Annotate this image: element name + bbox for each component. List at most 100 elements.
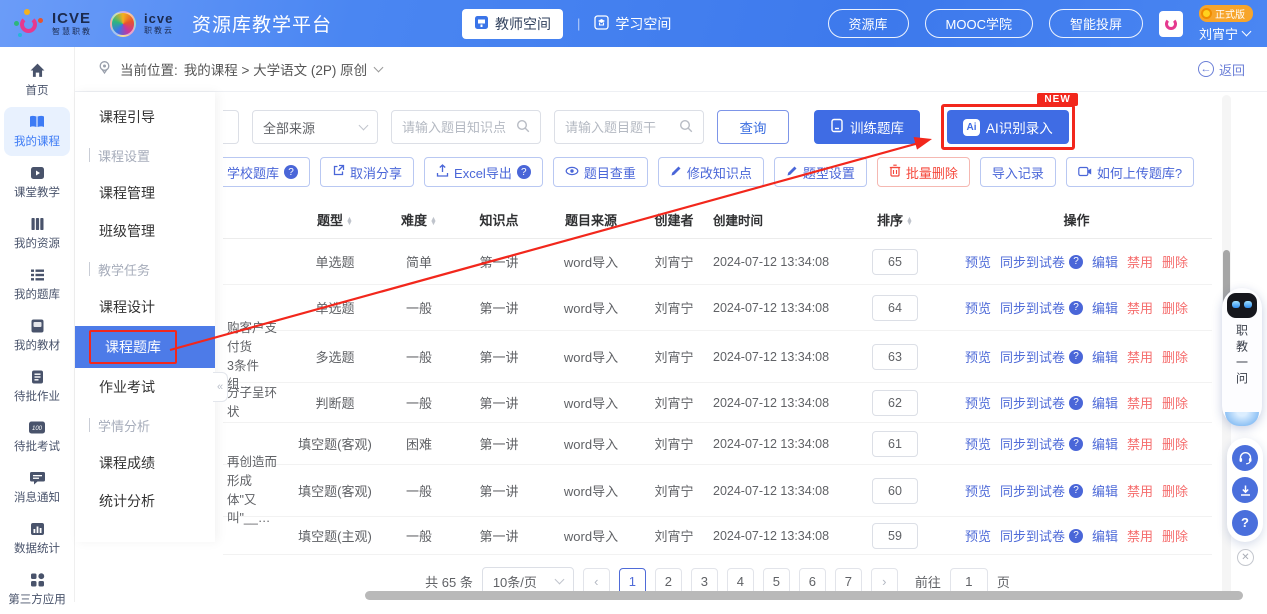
sort-input[interactable] xyxy=(872,477,918,504)
edit-link[interactable]: 编辑 xyxy=(1092,393,1118,412)
download-button[interactable] xyxy=(1232,477,1258,503)
school-bank-button[interactable]: 学校题库 ? xyxy=(223,157,311,187)
col-type[interactable]: 题型 ▲ ▼ xyxy=(287,210,383,229)
sidebar-item-my-courses[interactable]: 我的课程 xyxy=(4,107,70,156)
edit-link[interactable]: 编辑 xyxy=(1092,347,1118,366)
sync-paper-link[interactable]: 同步到试卷? xyxy=(1000,434,1083,453)
preview-link[interactable]: 预览 xyxy=(965,347,991,366)
menu-item-course-question-bank[interactable]: 课程题库 xyxy=(75,326,215,368)
close-widgets-icon[interactable]: ✕ xyxy=(1237,549,1254,566)
disable-link[interactable]: 禁用 xyxy=(1127,347,1153,366)
excel-export-button[interactable]: Excel导出 ? xyxy=(424,157,543,187)
mini-logo-icon[interactable] xyxy=(1159,10,1183,37)
disable-link[interactable]: 禁用 xyxy=(1127,434,1153,453)
sort-input[interactable] xyxy=(872,343,918,370)
sidebar-item-pending-homework[interactable]: 待批作业 xyxy=(4,362,70,411)
sidebar-item-pending-exams[interactable]: 100 待批考试 xyxy=(4,413,70,461)
chevron-down-icon[interactable] xyxy=(373,62,384,73)
sync-paper-link[interactable]: 同步到试卷? xyxy=(1000,252,1083,271)
delete-link[interactable]: 删除 xyxy=(1162,252,1188,271)
sidebar-item-my-textbooks[interactable]: 我的教材 xyxy=(4,311,70,360)
goto-label: 前往 xyxy=(914,574,941,590)
disable-link[interactable]: 禁用 xyxy=(1127,526,1153,545)
mooc-college-button[interactable]: MOOC学院 xyxy=(924,9,1033,38)
delete-link[interactable]: 删除 xyxy=(1162,481,1188,500)
sidebar-item-my-question-bank[interactable]: 我的题库 xyxy=(4,260,70,309)
disable-link[interactable]: 禁用 xyxy=(1127,252,1153,271)
preview-link[interactable]: 预览 xyxy=(965,526,991,545)
source-select[interactable]: 全部来源 xyxy=(252,110,378,144)
breadcrumb[interactable]: 我的课程 > 大学语文 (2P) 原创 xyxy=(184,59,367,79)
open-book-icon xyxy=(28,114,46,130)
resource-library-button[interactable]: 资源库 xyxy=(827,9,909,38)
sidebar-item-message-notifications[interactable]: 消息通知 xyxy=(4,463,70,512)
dup-check-button[interactable]: 题目查重 xyxy=(552,157,648,187)
sync-paper-link[interactable]: 同步到试卷? xyxy=(1000,347,1083,366)
preview-link[interactable]: 预览 xyxy=(965,393,991,412)
preview-link[interactable]: 预览 xyxy=(965,298,991,317)
sync-paper-link[interactable]: 同步到试卷? xyxy=(1000,526,1083,545)
how-upload-button[interactable]: 如何上传题库? xyxy=(1065,157,1195,187)
sync-paper-link[interactable]: 同步到试卷? xyxy=(1000,481,1083,500)
ai-assistant-widget[interactable]: 职教一问 xyxy=(1222,288,1262,426)
knowledge-search-input[interactable] xyxy=(402,119,510,135)
edit-link[interactable]: 编辑 xyxy=(1092,526,1118,545)
type-setting-button[interactable]: 题型设置 xyxy=(773,157,867,187)
sort-input[interactable] xyxy=(872,294,918,321)
menu-collapse-handle[interactable]: « xyxy=(213,372,228,402)
back-button[interactable]: ← 返回 xyxy=(1197,60,1245,79)
preview-link[interactable]: 预览 xyxy=(965,252,991,271)
disable-link[interactable]: 禁用 xyxy=(1127,393,1153,412)
menu-item-class-management[interactable]: 班级管理 xyxy=(75,212,215,250)
sidebar-item-my-resources[interactable]: 我的资源 xyxy=(4,209,70,258)
sort-input[interactable] xyxy=(872,248,918,275)
user-menu[interactable]: 刘宵宁 xyxy=(1199,24,1252,43)
sync-paper-link[interactable]: 同步到试卷? xyxy=(1000,298,1083,317)
customer-service-button[interactable] xyxy=(1232,444,1258,471)
edit-link[interactable]: 编辑 xyxy=(1092,252,1118,271)
col-sort[interactable]: 排序 ▲ ▼ xyxy=(849,210,941,229)
cancel-share-button[interactable]: 取消分享 xyxy=(320,157,415,187)
batch-delete-button[interactable]: 批量删除 xyxy=(876,157,970,187)
sidebar-item-classroom-teaching[interactable]: 课堂教学 xyxy=(4,158,70,207)
menu-item-statistical-analysis[interactable]: 统计分析 xyxy=(75,482,215,520)
edit-link[interactable]: 编辑 xyxy=(1092,298,1118,317)
student-space-button[interactable]: 学习空间 xyxy=(594,14,671,34)
sidebar-item-data-statistics[interactable]: 数据统计 xyxy=(4,514,70,563)
disable-link[interactable]: 禁用 xyxy=(1127,481,1153,500)
stem-search-input[interactable] xyxy=(565,119,673,135)
query-button[interactable]: 查询 xyxy=(717,110,789,144)
sidebar-item-third-party-apps[interactable]: 第三方应用 xyxy=(4,565,70,614)
type-select-cut[interactable] xyxy=(223,110,239,144)
edit-knowledge-button[interactable]: 修改知识点 xyxy=(657,157,764,187)
sidebar-item-home[interactable]: 首页 xyxy=(4,55,70,105)
import-record-button[interactable]: 导入记录 xyxy=(979,157,1056,187)
preview-link[interactable]: 预览 xyxy=(965,481,991,500)
menu-item-course-management[interactable]: 课程管理 xyxy=(75,174,215,212)
menu-item-course-grades[interactable]: 课程成绩 xyxy=(75,444,215,482)
training-bank-button[interactable]: 训练题库 xyxy=(814,110,920,144)
sort-input[interactable] xyxy=(872,430,918,457)
horizontal-scroll-thumb[interactable] xyxy=(365,591,1243,600)
col-difficulty[interactable]: 难度 ▲ ▼ xyxy=(383,210,455,229)
delete-link[interactable]: 删除 xyxy=(1162,347,1188,366)
edit-link[interactable]: 编辑 xyxy=(1092,481,1118,500)
sort-input[interactable] xyxy=(872,389,918,416)
edit-link[interactable]: 编辑 xyxy=(1092,434,1118,453)
ai-recognition-button[interactable]: Ai AI识别录入 xyxy=(947,110,1069,144)
preview-link[interactable]: 预览 xyxy=(965,434,991,453)
delete-link[interactable]: 删除 xyxy=(1162,526,1188,545)
delete-link[interactable]: 删除 xyxy=(1162,434,1188,453)
sync-paper-link[interactable]: 同步到试卷? xyxy=(1000,393,1083,412)
menu-item-course-guide[interactable]: 课程引导 xyxy=(75,98,215,136)
help-float-button[interactable]: ? xyxy=(1232,509,1258,536)
menu-item-course-design[interactable]: 课程设计 xyxy=(75,288,215,326)
teacher-space-button[interactable]: 教师空间 xyxy=(462,8,564,39)
delete-link[interactable]: 删除 xyxy=(1162,393,1188,412)
pencil-icon xyxy=(786,165,798,180)
smart-cast-button[interactable]: 智能投屏 xyxy=(1048,9,1143,38)
disable-link[interactable]: 禁用 xyxy=(1127,298,1153,317)
delete-link[interactable]: 删除 xyxy=(1162,298,1188,317)
menu-item-homework-exams[interactable]: 作业考试 xyxy=(75,368,215,406)
sort-input[interactable] xyxy=(872,522,918,549)
